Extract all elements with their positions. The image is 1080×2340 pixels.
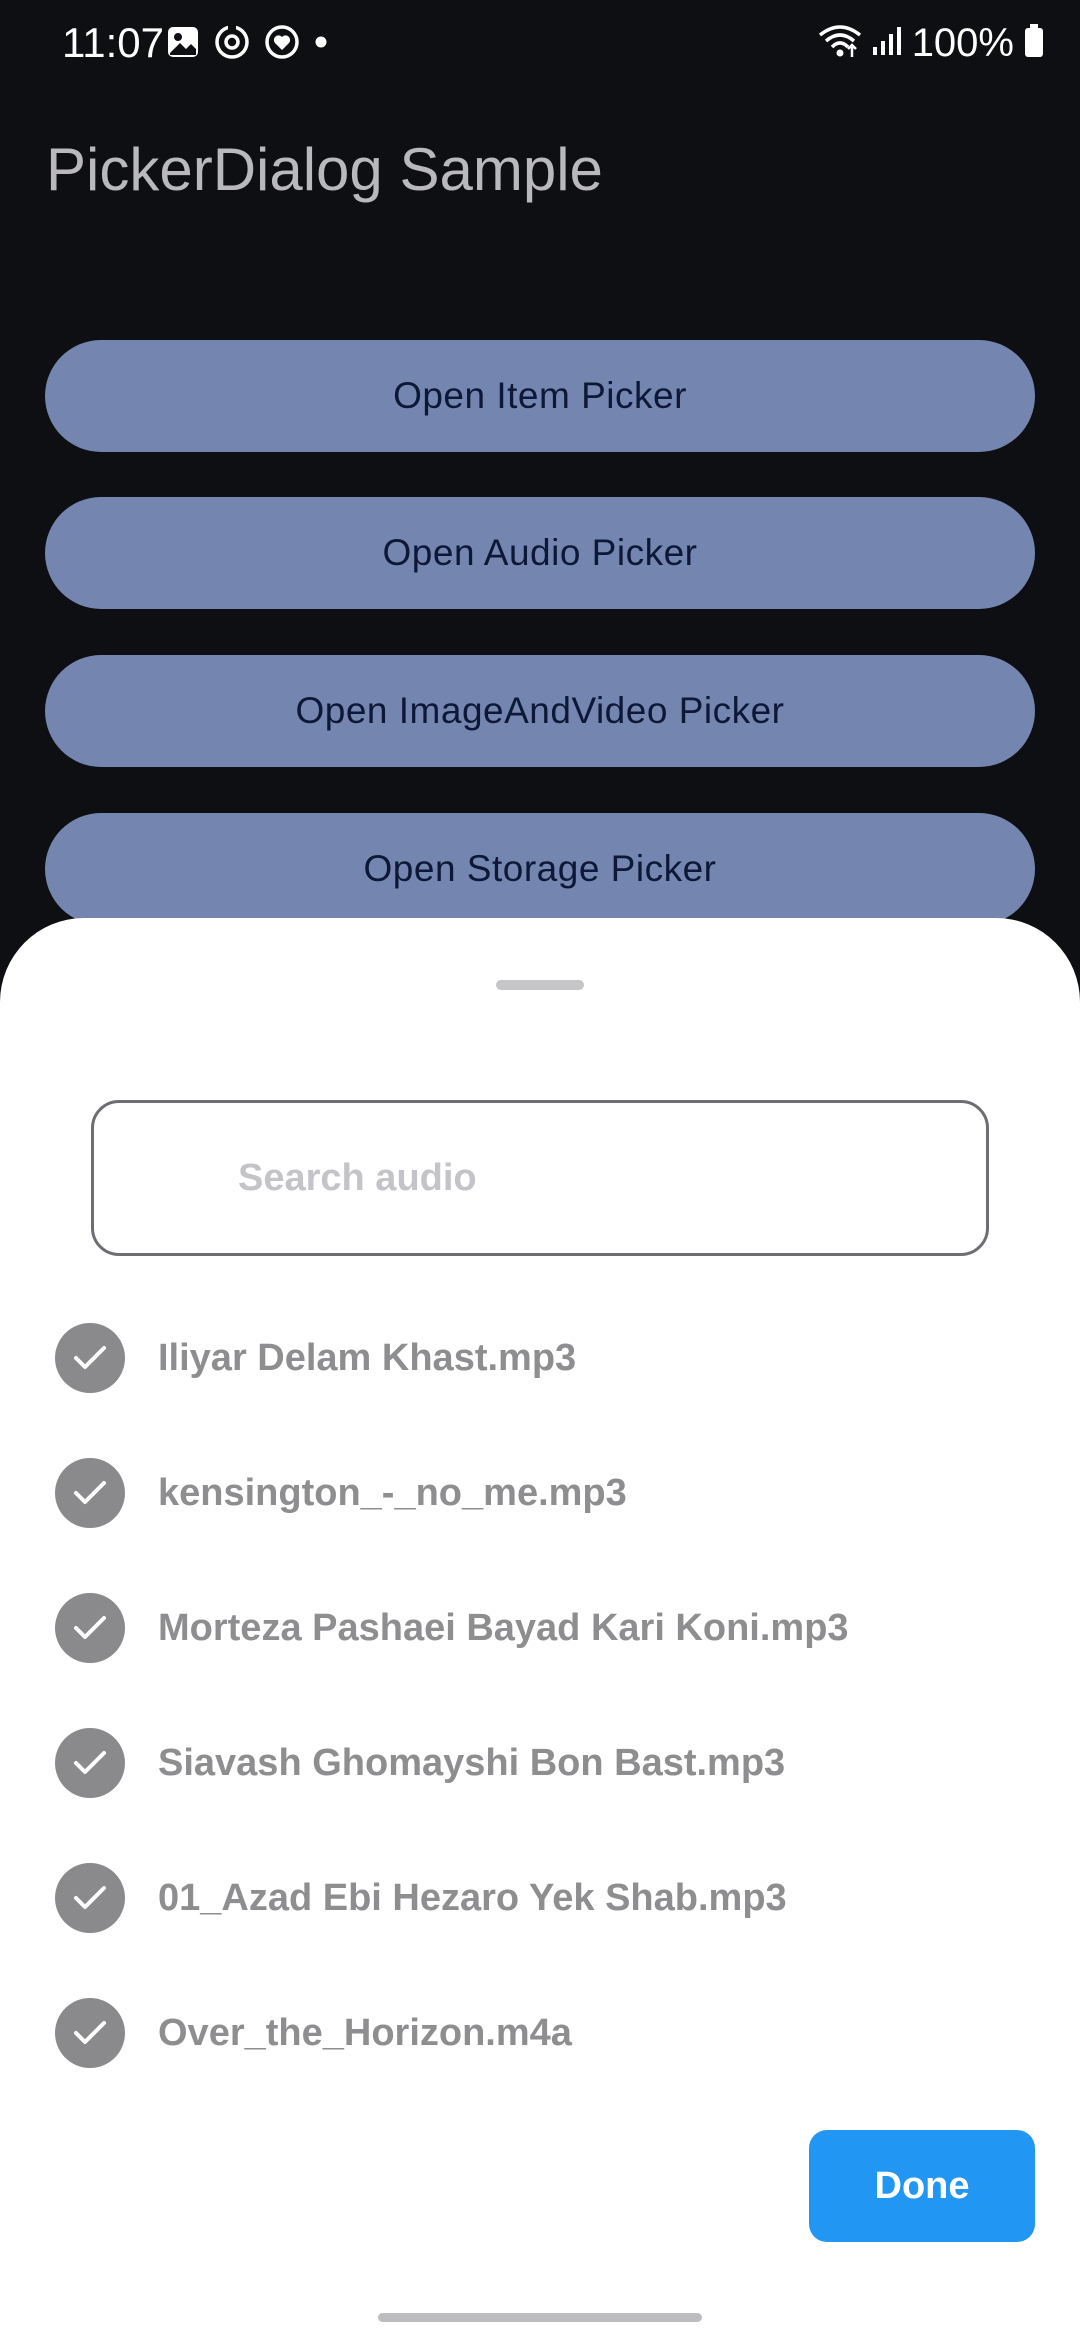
list-item[interactable]: kensington_-_no_me.mp3	[0, 1443, 1080, 1543]
search-input[interactable]	[238, 1143, 938, 1213]
list-item[interactable]: 01_Azad Ebi Hezaro Yek Shab.mp3	[0, 1848, 1080, 1948]
dot-icon	[314, 35, 328, 54]
page-title: PickerDialog Sample	[46, 136, 603, 203]
check-icon[interactable]	[55, 1863, 125, 1933]
check-icon[interactable]	[55, 1728, 125, 1798]
check-icon[interactable]	[55, 1593, 125, 1663]
list-item[interactable]: Iliyar Delam Khast.mp3	[0, 1308, 1080, 1408]
list-item[interactable]: Siavash Ghomayshi Bon Bast.mp3	[0, 1713, 1080, 1813]
open-item-picker-button[interactable]: Open Item Picker	[45, 340, 1035, 452]
drag-handle[interactable]	[496, 980, 584, 990]
check-icon[interactable]	[55, 1458, 125, 1528]
list-item-label: Iliyar Delam Khast.mp3	[158, 1336, 577, 1379]
search-box[interactable]	[91, 1100, 989, 1256]
gallery-icon	[166, 25, 200, 64]
open-storage-picker-button[interactable]: Open Storage Picker	[45, 813, 1035, 925]
status-bar: 11:07 100%	[0, 0, 1080, 88]
list-item[interactable]: Over_the_Horizon.m4a	[0, 1983, 1080, 2083]
done-button[interactable]: Done	[809, 2130, 1035, 2242]
list-item[interactable]: Morteza Pashaei Bayad Kari Koni.mp3	[0, 1578, 1080, 1678]
notification-icons	[166, 23, 328, 65]
health-icon	[264, 24, 300, 65]
system-status: 100%	[818, 18, 1044, 68]
sync-icon	[214, 23, 250, 65]
wifi-icon	[818, 23, 862, 64]
home-indicator[interactable]	[378, 2313, 702, 2322]
open-audio-picker-button[interactable]: Open Audio Picker	[45, 497, 1035, 609]
list-item-label: Siavash Ghomayshi Bon Bast.mp3	[158, 1741, 786, 1784]
battery-percent: 100%	[911, 21, 1014, 65]
check-icon[interactable]	[55, 1323, 125, 1393]
list-item-label: 01_Azad Ebi Hezaro Yek Shab.mp3	[158, 1876, 787, 1919]
open-image-and-video-picker-button[interactable]: Open ImageAndVideo Picker	[45, 655, 1035, 767]
status-time: 11:07	[62, 19, 164, 66]
signal-icon	[872, 25, 902, 62]
battery-icon	[1024, 23, 1044, 63]
audio-picker-sheet: Iliyar Delam Khast.mp3 kensington_-_no_m…	[0, 918, 1080, 2340]
check-icon[interactable]	[55, 1998, 125, 2068]
list-item-label: kensington_-_no_me.mp3	[158, 1471, 627, 1514]
list-item-label: Morteza Pashaei Bayad Kari Koni.mp3	[158, 1606, 849, 1649]
list-item-label: Over_the_Horizon.m4a	[158, 2011, 572, 2054]
